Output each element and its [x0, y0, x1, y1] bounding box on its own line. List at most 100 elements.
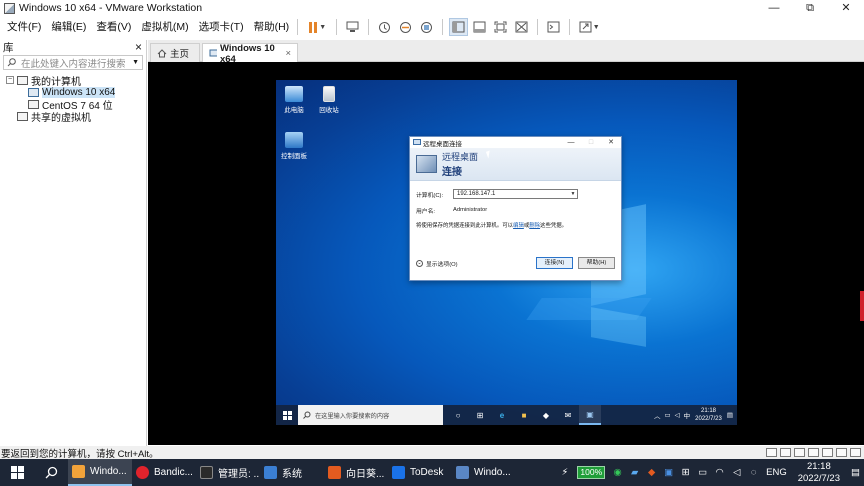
display-icon[interactable] [836, 448, 847, 457]
minimize-button[interactable]: — [756, 0, 792, 16]
desktop-icon-this-pc[interactable]: 此电脑 [276, 86, 312, 114]
menu-view[interactable]: 查看(V) [93, 17, 134, 37]
chevron-down-icon[interactable]: ▼ [569, 191, 577, 197]
chevron-down-icon[interactable]: ▼ [132, 59, 139, 66]
taskbar-app-windows[interactable]: Windo... [452, 459, 516, 486]
taskbar-app-admin-terminal[interactable]: 管理员: ... [196, 459, 260, 486]
tree-item-shared-vms[interactable]: 共享的虚拟机 [0, 110, 146, 124]
green-status-icon[interactable]: ◉ [609, 459, 626, 486]
guest-search-input[interactable]: 在这里输入你要搜索的内容 [315, 411, 389, 420]
todesk-tray-icon[interactable]: ▣ [660, 459, 677, 486]
rdp-minimize-button[interactable]: — [561, 137, 581, 148]
volume-icon[interactable]: ◁ [675, 411, 680, 419]
tree-item-my-computer[interactable]: − 我的计算机 [0, 74, 146, 88]
console-view-icon[interactable] [544, 18, 563, 36]
library-close-button[interactable]: × [135, 40, 142, 54]
taskbar-app-bandicam[interactable]: Bandic... [132, 459, 196, 486]
library-search-input[interactable]: 在此处键入内容进行搜索 [21, 56, 132, 70]
message-log-icon[interactable] [850, 448, 861, 457]
menu-file[interactable]: 文件(F) [4, 17, 44, 37]
tab-close-icon[interactable]: × [285, 48, 291, 59]
guest-start-button[interactable] [276, 410, 298, 420]
restore-button[interactable]: ⧉ [792, 0, 828, 16]
rdp-user-row: 用户名: Administrator [416, 204, 615, 216]
chat-icon[interactable]: ◌ [745, 459, 762, 486]
battery-indicator[interactable]: 100% [577, 466, 606, 479]
host-clock[interactable]: 21:18 2022/7/23 [798, 461, 840, 485]
stretch-guest-icon[interactable]: ▼ [576, 18, 602, 36]
vm-console[interactable]: 此电脑 回收站 控制面板 远程桌面连接 — □ ✕ 远程桌面 连接 计算机(C)… [148, 62, 864, 445]
edge-icon[interactable]: e [491, 405, 513, 425]
library-search-box[interactable]: 在此处键入内容进行搜索 ▼ [3, 55, 143, 70]
scroll-indicator[interactable] [860, 291, 864, 321]
guest-clock[interactable]: 21:18 2022/7/23 [695, 407, 722, 423]
tab-home[interactable]: 主页 [150, 43, 200, 62]
snapshot-manager-icon[interactable] [417, 18, 436, 36]
edit-credentials-link[interactable]: 编辑 [513, 223, 524, 229]
usb-icon[interactable] [808, 448, 819, 457]
taskbar-app-todesk[interactable]: ToDesk [388, 459, 452, 486]
guest-search-box[interactable]: 在这里输入你要搜索的内容 [298, 405, 443, 425]
sound-card-icon[interactable] [822, 448, 833, 457]
rdp-close-button[interactable]: ✕ [601, 137, 621, 148]
taskbar-app-vmware[interactable]: Windo... [68, 459, 132, 486]
vmware-icon [72, 465, 85, 478]
store-icon[interactable]: ◆ [535, 405, 557, 425]
volume-icon[interactable]: ◁ [728, 459, 745, 486]
home-icon [157, 48, 167, 57]
battery-icon[interactable]: ▭ [694, 459, 711, 486]
remote-tool-icon[interactable]: ▰ [626, 459, 643, 486]
status-message: 要返回到您的计算机，请按 Ctrl+Alt。 [1, 448, 159, 460]
computer-combobox[interactable]: 192.168.147.1 ▼ [453, 189, 578, 199]
notification-icon[interactable]: ▤ [727, 411, 733, 419]
full-screen-icon[interactable] [491, 18, 510, 36]
input-language[interactable]: 中 [684, 410, 691, 420]
power-plug-icon[interactable]: ⚡ [556, 459, 573, 486]
start-button[interactable] [0, 459, 34, 486]
sunlogin-tray-icon[interactable]: ◆ [643, 459, 660, 486]
snapshot-icon[interactable] [375, 18, 394, 36]
file-explorer-icon[interactable]: ■ [513, 405, 535, 425]
menu-tabs[interactable]: 选项卡(T) [196, 17, 247, 37]
taskbar-app-sunlogin[interactable]: 向日葵... [324, 459, 388, 486]
menu-vm[interactable]: 虚拟机(M) [138, 17, 191, 37]
host-search-button[interactable] [34, 459, 68, 486]
connect-button[interactable]: 连接(N) [536, 257, 573, 269]
rdp-computer-row: 计算机(C): 192.168.147.1 ▼ [416, 188, 615, 200]
show-library-icon[interactable] [449, 18, 469, 36]
network-icon[interactable]: ▭ [664, 411, 670, 419]
rdp-titlebar: 远程桌面连接 — □ ✕ [410, 137, 621, 148]
collapse-icon[interactable]: − [6, 76, 14, 84]
rdp-taskbar-icon[interactable]: ▣ [579, 405, 601, 425]
taskbar-app-system[interactable]: 系统 [260, 459, 324, 486]
help-button[interactable]: 帮助(H) [578, 257, 615, 269]
pause-vm-button[interactable]: ▼ [304, 18, 330, 36]
notification-center-icon[interactable]: ▤ [847, 459, 864, 486]
search-icon [45, 466, 57, 479]
app-grid-icon[interactable]: ⊞ [677, 459, 694, 486]
close-button[interactable]: ✕ [828, 0, 864, 16]
desktop-icon-recycle-bin[interactable]: 回收站 [311, 86, 347, 114]
username-value: Administrator [453, 207, 488, 213]
hard-disk-icon[interactable] [766, 448, 777, 457]
menu-help[interactable]: 帮助(H) [251, 17, 293, 37]
revert-snapshot-icon[interactable] [396, 18, 415, 36]
delete-credentials-link[interactable]: 删除 [529, 223, 540, 229]
thumbnail-bar-icon[interactable] [470, 18, 489, 36]
widgets-icon[interactable]: ⊞ [469, 405, 491, 425]
guest-desktop[interactable]: 此电脑 回收站 控制面板 远程桌面连接 — □ ✕ 远程桌面 连接 计算机(C)… [276, 80, 737, 425]
cd-drive-icon[interactable] [780, 448, 791, 457]
tab-windows10[interactable]: Windows 10 x64 × [202, 43, 298, 65]
show-options-toggle[interactable]: ⌄ 显示选项(O) [416, 259, 458, 268]
desktop-icon-control-panel[interactable]: 控制面板 [276, 132, 312, 160]
menu-edit[interactable]: 编辑(E) [48, 17, 89, 37]
network-adapter-icon[interactable] [794, 448, 805, 457]
send-ctrl-alt-del-icon[interactable] [343, 18, 362, 36]
rdp-maximize-button[interactable]: □ [581, 137, 601, 148]
task-view-icon[interactable]: ○ [447, 405, 469, 425]
wifi-icon[interactable]: ◠ [711, 459, 728, 486]
input-language-indicator[interactable]: ENG [766, 467, 787, 478]
unity-mode-icon[interactable] [512, 18, 531, 36]
show-hidden-icons-icon[interactable]: ︿ [654, 410, 661, 420]
mail-icon[interactable]: ✉ [557, 405, 579, 425]
